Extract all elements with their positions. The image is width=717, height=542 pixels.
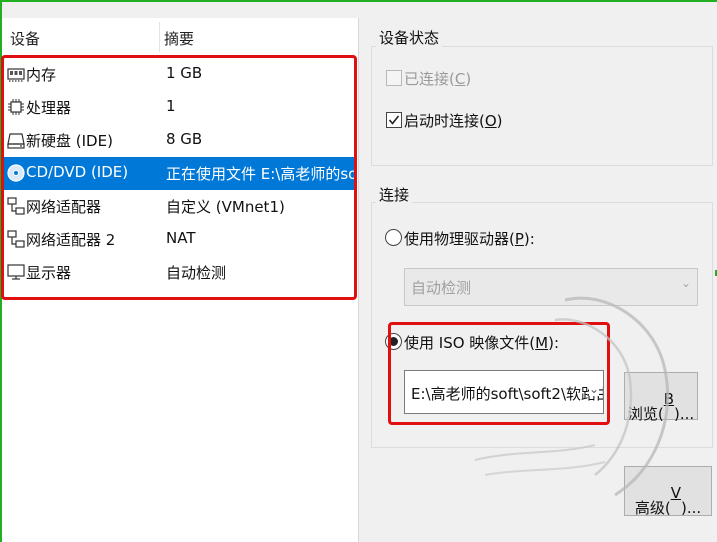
cd-dvd-icon xyxy=(7,164,25,182)
list-header: 设备 摘要 xyxy=(2,18,358,56)
device-name: 显示器 xyxy=(26,264,72,282)
device-status-group xyxy=(371,46,713,166)
window-edge-top xyxy=(0,0,717,2)
processor-icon xyxy=(8,99,24,115)
device-row-memory[interactable]: 内存 1 GB xyxy=(2,58,356,91)
column-header-summary[interactable]: 摘要 xyxy=(164,28,194,49)
physical-drive-radio[interactable] xyxy=(385,229,402,246)
device-name: 网络适配器 xyxy=(26,198,102,216)
device-summary: 正在使用文件 E:\高老师的soft... xyxy=(166,165,356,183)
device-name: CD/DVD (IDE) xyxy=(26,163,129,181)
device-summary: 自定义 (VMnet1) xyxy=(166,198,285,216)
device-name: 处理器 xyxy=(26,99,72,117)
device-row-hard-disk[interactable]: 新硬盘 (IDE) 8 GB xyxy=(2,124,356,157)
device-summary: NAT xyxy=(166,229,196,247)
device-name: 网络适配器 2 xyxy=(26,231,116,249)
device-row-display[interactable]: 显示器 自动检测 xyxy=(2,256,356,289)
checkmark-icon xyxy=(388,115,400,125)
physical-drive-label: 使用物理驱动器(P): xyxy=(404,230,535,248)
connect-on-start-label: 启动时连接(O) xyxy=(404,112,503,130)
network-adapter-icon xyxy=(7,230,25,248)
device-row-network-adapter-2[interactable]: 网络适配器 2 NAT xyxy=(2,223,356,256)
column-header-device[interactable]: 设备 xyxy=(10,28,40,49)
connection-title: 连接 xyxy=(376,184,413,205)
watermark-logo xyxy=(474,296,670,497)
connected-checkbox[interactable] xyxy=(386,70,402,86)
network-adapter-icon xyxy=(7,197,25,215)
radio-selected-dot xyxy=(389,337,398,346)
device-name: 内存 xyxy=(26,66,57,84)
device-list[interactable]: 设备 摘要 内存 1 GB 处理器 1 新硬盘 (IDE) 8 GB CD/DV… xyxy=(2,18,359,542)
memory-icon xyxy=(7,68,25,82)
display-icon xyxy=(7,264,25,280)
connected-label: 已连接(C) xyxy=(404,70,472,88)
device-summary: 8 GB xyxy=(166,130,203,148)
connect-on-start-checkbox[interactable] xyxy=(386,112,402,128)
iso-image-radio[interactable] xyxy=(385,333,402,350)
device-row-cd-dvd[interactable]: CD/DVD (IDE) 正在使用文件 E:\高老师的soft... xyxy=(2,157,356,190)
device-row-processor[interactable]: 处理器 1 xyxy=(2,91,356,124)
device-summary: 自动检测 xyxy=(166,264,227,282)
device-summary: 1 xyxy=(166,97,176,115)
device-summary: 1 GB xyxy=(166,64,203,82)
hard-disk-icon xyxy=(7,133,25,149)
device-row-network-adapter[interactable]: 网络适配器 自定义 (VMnet1) xyxy=(2,190,356,223)
device-name: 新硬盘 (IDE) xyxy=(26,132,113,150)
device-status-title: 设备状态 xyxy=(376,27,443,48)
column-divider[interactable] xyxy=(159,22,160,52)
